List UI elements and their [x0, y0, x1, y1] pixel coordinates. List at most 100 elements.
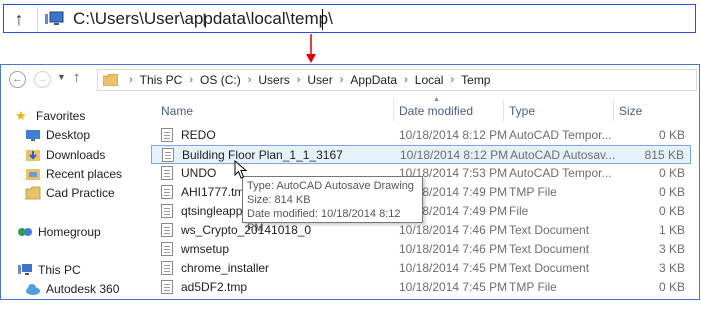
column-header-size[interactable]: Size: [619, 104, 642, 118]
file-name: ad5DF2.tmp: [181, 280, 248, 294]
column-header-name[interactable]: Name: [161, 104, 193, 118]
text-caret: [322, 9, 323, 30]
file-icon: [161, 185, 173, 199]
file-size: 0 KB: [658, 185, 685, 199]
sidebar-item-label: Cad Practice: [46, 186, 115, 200]
file-size: 1 KB: [658, 223, 685, 237]
computer-icon: [45, 11, 64, 25]
file-type: AutoCAD Tempor...: [509, 166, 612, 180]
file-icon: [161, 242, 173, 256]
column-divider[interactable]: [393, 99, 394, 121]
file-type: AutoCAD Autosav...: [510, 148, 616, 162]
file-date: 10/18/2014 8:12 PM: [400, 148, 509, 162]
chevron-right-icon[interactable]: ›: [189, 74, 193, 86]
text-cursor-icon: I: [202, 11, 208, 31]
sidebar-item-this-pc[interactable]: This PC: [17, 261, 81, 279]
sidebar-item-desktop[interactable]: Desktop: [25, 126, 90, 144]
sidebar-item-label: Homegroup: [38, 225, 101, 239]
file-icon: [161, 166, 173, 180]
breadcrumb: › This PC › OS (C:) › Users › User › App…: [122, 70, 490, 90]
breadcrumb-local[interactable]: Local: [415, 73, 444, 87]
column-header-type[interactable]: Type: [509, 104, 535, 118]
file-date: 10/18/2014 7:46 PM: [399, 242, 508, 256]
star-icon: ★: [15, 108, 27, 123]
navigation-bar: ← → ▼ ↑ › This PC › OS (C:) › Users › Us…: [1, 65, 699, 95]
file-size: 3 KB: [658, 242, 685, 256]
column-header-date[interactable]: Date modified: [399, 104, 473, 118]
sidebar-item-homegroup[interactable]: Homegroup: [17, 223, 101, 241]
tooltip-type-line: Type: AutoCAD Autosave Drawing: [247, 180, 414, 192]
breadcrumb-os-c[interactable]: OS (C:): [200, 73, 241, 87]
file-list: ▲ Name Date modified Type Size REDO 10/1…: [151, 95, 699, 299]
breadcrumb-this-pc[interactable]: This PC: [140, 73, 183, 87]
recent-locations-chevron-icon[interactable]: ▼: [57, 72, 66, 82]
file-icon: [161, 128, 173, 142]
homegroup-icon: [17, 225, 33, 239]
chevron-right-icon[interactable]: ›: [404, 74, 408, 86]
file-type: File: [509, 204, 529, 218]
file-row[interactable]: chrome_installer 10/18/2014 7:45 PM Text…: [151, 259, 691, 278]
file-row[interactable]: REDO 10/18/2014 8:12 PM AutoCAD Tempor..…: [151, 126, 691, 145]
breadcrumb-user[interactable]: User: [307, 73, 332, 87]
address-bar[interactable]: › This PC › OS (C:) › Users › User › App…: [97, 69, 697, 91]
recent-places-icon: [25, 167, 41, 181]
file-size: 0 KB: [658, 280, 685, 294]
divider: [37, 7, 38, 31]
navigation-pane: ★ Favorites Desktop Downloads Recent pla…: [1, 95, 146, 299]
tooltip-size-line: Size: 814 KB: [247, 194, 311, 206]
file-size: 3 KB: [658, 261, 685, 275]
file-icon: [161, 261, 173, 275]
sidebar-item-recent-places[interactable]: Recent places: [25, 165, 122, 183]
breadcrumb-users[interactable]: Users: [258, 73, 289, 87]
file-icon: [161, 280, 173, 294]
sidebar-item-autodesk-360[interactable]: Autodesk 360: [25, 280, 119, 298]
chevron-right-icon[interactable]: ›: [450, 74, 454, 86]
file-size: 815 KB: [644, 148, 684, 162]
desktop-icon: [25, 128, 41, 142]
chevron-right-icon[interactable]: ›: [340, 74, 344, 86]
file-date: 10/18/2014 7:45 PM: [399, 261, 508, 275]
file-info-tooltip: Type: AutoCAD Autosave Drawing Size: 814…: [242, 176, 423, 234]
file-name: Building Floor Plan_1_1_3167: [182, 148, 343, 162]
chevron-right-icon[interactable]: ›: [248, 74, 252, 86]
file-size: 0 KB: [658, 204, 685, 218]
tooltip-date-line: Date modified: 10/18/2014 8:12 PM: [247, 208, 401, 234]
chevron-right-icon[interactable]: ›: [129, 74, 133, 86]
breadcrumb-temp[interactable]: Temp: [461, 73, 490, 87]
file-name: chrome_installer: [181, 261, 270, 275]
sidebar-item-label: This PC: [38, 263, 81, 277]
sidebar-item-downloads[interactable]: Downloads: [25, 146, 105, 164]
up-arrow-icon[interactable]: ↑: [8, 9, 30, 29]
zoomed-address-bar[interactable]: ↑ C:\Users\User\appdata\local\temp\ I: [3, 4, 696, 33]
column-divider[interactable]: [613, 99, 614, 121]
sidebar-item-favorites[interactable]: ★ Favorites: [15, 107, 85, 125]
file-size: 0 KB: [658, 166, 685, 180]
file-row[interactable]: ws_Crypto_20141018_0 10/18/2014 7:46 PM …: [151, 221, 691, 240]
downloads-icon: [25, 148, 41, 162]
file-name: REDO: [181, 128, 216, 142]
chevron-right-icon[interactable]: ›: [297, 74, 301, 86]
sidebar-item-label: Downloads: [46, 148, 106, 162]
sidebar-item-cad-practice[interactable]: Cad Practice: [25, 184, 115, 202]
file-row-selected[interactable]: Building Floor Plan_1_1_3167 10/18/2014 …: [151, 145, 691, 164]
file-icon: [161, 204, 173, 218]
back-button[interactable]: ←: [9, 71, 26, 88]
file-date: 10/18/2014 7:45 PM: [399, 280, 508, 294]
breadcrumb-appdata[interactable]: AppData: [350, 73, 397, 87]
file-row[interactable]: ad5DF2.tmp 10/18/2014 7:45 PM TMP File 0…: [151, 278, 691, 297]
file-icon: [162, 148, 174, 162]
file-type: Text Document: [509, 261, 590, 275]
forward-button[interactable]: →: [34, 71, 51, 88]
file-type: TMP File: [509, 185, 557, 199]
up-button[interactable]: ↑: [73, 69, 81, 86]
sidebar-item-label: Favorites: [36, 109, 86, 123]
cloud-icon: [25, 282, 41, 296]
sort-indicator-icon: ▲: [433, 96, 440, 103]
column-divider[interactable]: [503, 99, 504, 121]
file-type: AutoCAD Tempor...: [509, 128, 612, 142]
sidebar-item-label: Autodesk 360: [46, 282, 120, 296]
file-type: Text Document: [509, 223, 590, 237]
mouse-pointer-icon: [234, 160, 248, 179]
file-date: 10/18/2014 8:12 PM: [399, 128, 508, 142]
file-row[interactable]: wmsetup 10/18/2014 7:46 PM Text Document…: [151, 240, 691, 259]
